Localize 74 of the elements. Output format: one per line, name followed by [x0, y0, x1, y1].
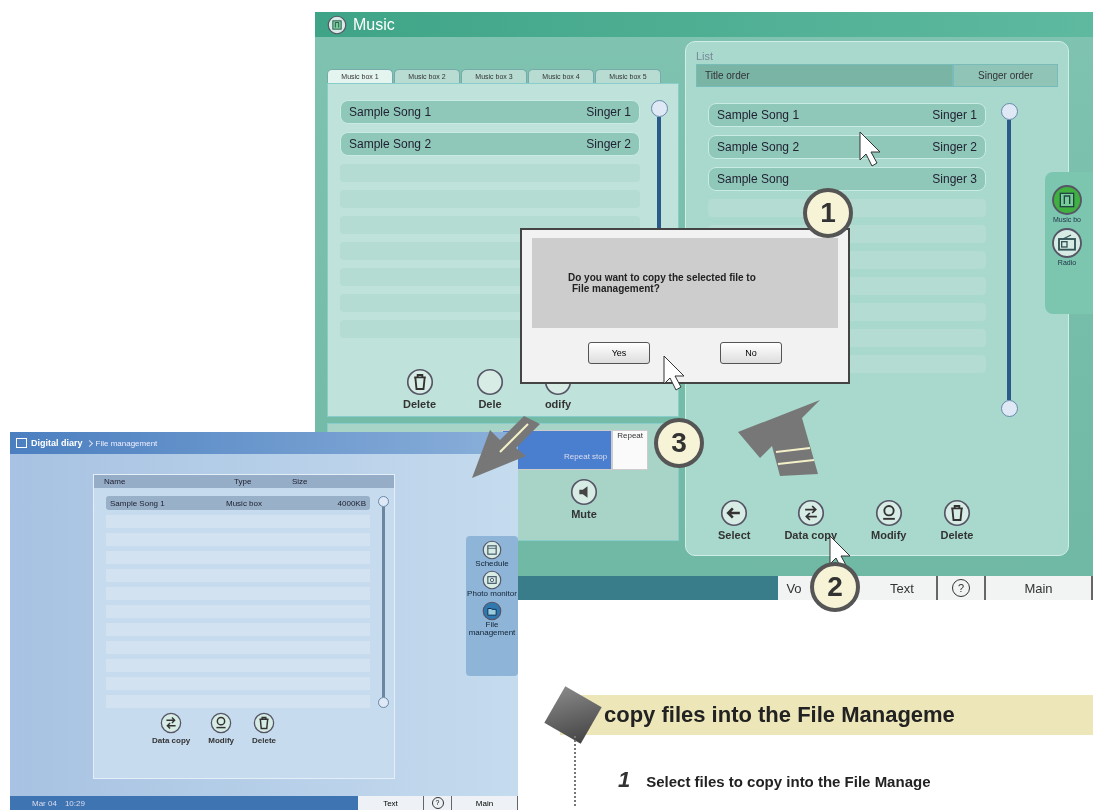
message-text: File management?	[571, 283, 660, 294]
scroll-down-icon[interactable]	[1000, 400, 1018, 417]
music-icon	[1051, 184, 1083, 216]
round-icon	[476, 368, 505, 396]
window-title: Music	[353, 15, 395, 34]
time-text: 10:29	[64, 798, 85, 808]
table-cell-text: 4000KB	[336, 498, 367, 508]
book-icon	[16, 438, 27, 448]
song-title: Sample Song	[717, 172, 790, 186]
scroll-up-icon[interactable]	[1000, 103, 1018, 120]
dialog-button[interactable]: No	[720, 342, 782, 364]
cursor-icon	[859, 131, 881, 167]
column-header[interactable]: Type	[224, 477, 282, 486]
song-row[interactable]: Sample Song 1 Singer 1	[340, 100, 640, 124]
dock-item[interactable]: Photo monitor	[467, 570, 517, 599]
date-text: Mar 04	[32, 798, 57, 808]
round-button[interactable]: Modify	[871, 499, 907, 541]
sort-tab[interactable]: Title order	[696, 64, 953, 87]
singer-name: Singer 2	[586, 137, 631, 151]
round-button[interactable]: Dele	[476, 368, 505, 410]
mute-button[interactable]: Mute	[570, 478, 598, 520]
swap-arrows-icon	[160, 712, 183, 734]
column-header[interactable]: Size	[282, 477, 394, 486]
singer-name: Singer 3	[932, 172, 977, 186]
scroll-down-icon[interactable]	[377, 697, 389, 708]
song-row[interactable]: Sample Song 1 Singer 1	[708, 103, 986, 127]
trash-icon	[253, 712, 275, 734]
round-button[interactable]: Modify	[208, 712, 234, 745]
song-row[interactable]: Sample Song Singer 3	[708, 167, 986, 191]
arrow-drawing	[472, 416, 540, 478]
song-title: Sample Song 1	[349, 105, 432, 119]
sort-tab[interactable]: Singer order	[953, 64, 1058, 87]
song-title: Sample Song 2	[717, 140, 800, 154]
message-text: Do you want to copy the selected file to	[568, 272, 757, 283]
section-heading: copy files into the File Manageme	[604, 702, 955, 728]
round-button[interactable]: Data copy	[152, 712, 191, 745]
table-cell-text: Sample Song 1	[109, 498, 166, 508]
section-label: List	[696, 50, 715, 62]
step-number: 1	[618, 767, 631, 793]
dock-item[interactable]: File management	[467, 600, 517, 638]
step-text: Select files to copy into the File Manage	[646, 773, 931, 790]
song-row[interactable]: Sample Song 2 Singer 2	[340, 132, 640, 156]
song-title: Sample Song 1	[717, 108, 800, 122]
photo-icon	[482, 570, 502, 591]
round-button[interactable]: Data copy	[784, 499, 837, 541]
singer-name: Singer 1	[586, 105, 631, 119]
dialog-button[interactable]: Yes	[588, 342, 650, 364]
scroll-up-icon[interactable]	[377, 496, 389, 507]
trash-icon	[405, 368, 434, 396]
singer-name: Singer 2	[932, 140, 977, 154]
song-title: Sample Song 2	[349, 137, 432, 151]
repeat-button[interactable]: Repeat	[612, 430, 648, 470]
dock-item[interactable]: Schedule	[467, 540, 517, 569]
round-button[interactable]: Select	[718, 499, 751, 541]
singer-name: Singer 1	[932, 108, 977, 122]
calendar-icon	[482, 540, 502, 560]
radio-icon	[1051, 227, 1083, 259]
scroll-up-icon[interactable]	[650, 100, 668, 117]
scrollbar[interactable]	[1000, 103, 1018, 417]
round-button[interactable]: Delete	[403, 368, 437, 410]
round-button[interactable]: Delete	[252, 712, 277, 745]
trash-icon	[942, 499, 971, 527]
table-cell-text: Music box	[225, 498, 263, 508]
round-button[interactable]: Delete	[940, 499, 974, 541]
swap-arrows-icon	[796, 499, 825, 527]
speaker-icon	[570, 478, 598, 506]
cursor-icon	[663, 355, 685, 391]
column-header[interactable]: Name	[94, 477, 224, 486]
scrollbar[interactable]	[378, 496, 388, 708]
breadcrumb: File management	[95, 438, 158, 448]
file-row[interactable]: Sample Song 1 Music box 4000KB	[106, 496, 370, 510]
song-row[interactable]: Sample Song 2 Singer 2	[708, 135, 986, 159]
window-title: Digital diary	[31, 438, 83, 448]
folder-icon	[482, 600, 502, 621]
